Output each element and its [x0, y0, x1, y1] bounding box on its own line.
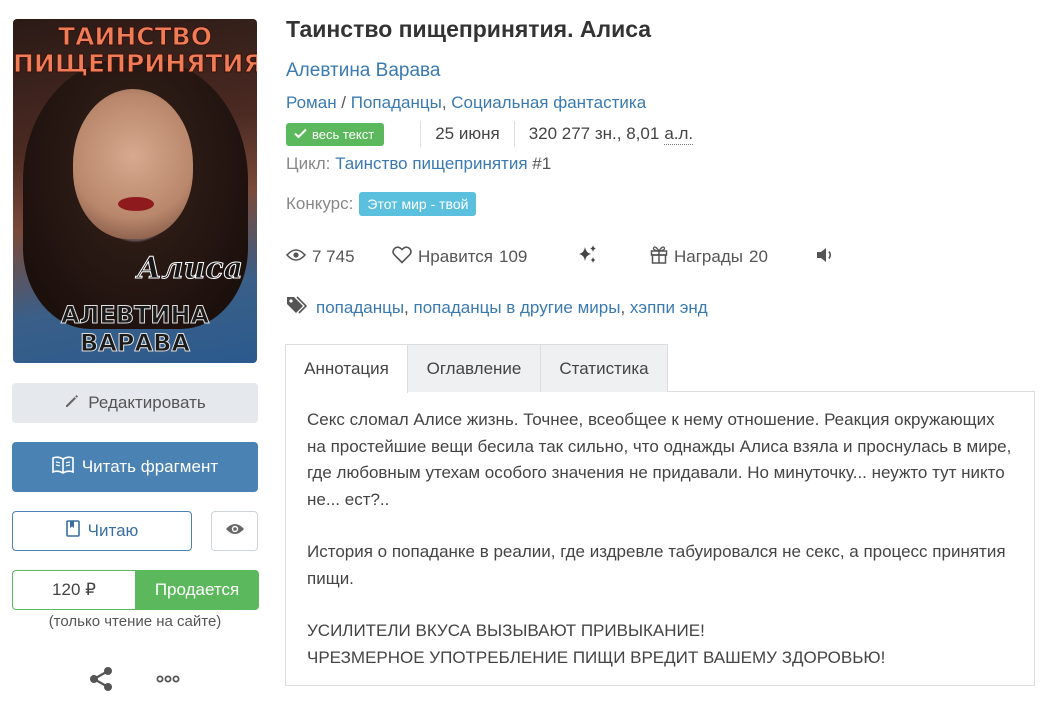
tag-separator: ,	[620, 297, 630, 317]
tag-link[interactable]: попаданцы в другие миры	[414, 298, 621, 317]
content-tabs: Аннотация Оглавление Статистика	[285, 344, 1035, 393]
reading-label: Читаю	[87, 521, 139, 540]
watch-button[interactable]	[211, 511, 258, 551]
size-unit: а.л.	[664, 123, 694, 145]
tab-contents[interactable]: Оглавление	[407, 344, 541, 392]
listen-button[interactable]	[816, 244, 834, 270]
likes-button[interactable]: Нравится 109	[392, 244, 527, 270]
reading-button[interactable]: Читаю	[12, 511, 192, 551]
genre-link[interactable]: Социальная фантастика	[451, 93, 646, 112]
sparkles-icon	[577, 244, 599, 271]
divider	[420, 121, 422, 147]
genre-separator: /	[336, 93, 351, 112]
eye-icon	[225, 521, 245, 541]
gift-icon	[650, 245, 668, 269]
views-count: 7 745	[312, 247, 355, 266]
awards-count: 20	[748, 247, 768, 266]
cycle-number: #1	[532, 154, 552, 173]
book-cover[interactable]: ТАИНСТВО ПИЩЕПРИНЯТИЯ Алиса АЛЕВТИНА ВАР…	[13, 19, 257, 363]
sparkle-button[interactable]	[577, 244, 599, 270]
views-stat: 7 745	[285, 244, 355, 270]
price-note: (только чтение на сайте)	[48, 613, 222, 630]
tab-annotation[interactable]: Аннотация	[285, 344, 408, 393]
awards-button[interactable]: Награды 20	[650, 244, 768, 270]
annotation-paragraph: Секс сломал Алисе жизнь. Точнее, всеобще…	[307, 410, 1012, 509]
eye-icon	[285, 247, 307, 267]
publish-date: 25 июня	[435, 124, 500, 143]
genre-separator: ,	[441, 93, 452, 112]
contest-label: Конкурс:	[286, 194, 354, 213]
cycle-link[interactable]: Таинство пищепринятия	[335, 154, 527, 173]
divider	[513, 121, 515, 147]
cover-subtitle: Алиса	[137, 251, 244, 287]
tag-link[interactable]: попаданцы	[316, 298, 404, 317]
tag-separator: ,	[404, 297, 414, 317]
tag-link[interactable]: хэппи энд	[630, 298, 708, 317]
bookmark-book-icon	[65, 520, 80, 542]
book-contest: Конкурс: Этот мир - твой	[286, 192, 477, 216]
buy-button[interactable]: Продается	[135, 570, 259, 610]
cover-author: АЛЕВТИНА ВАРАВА	[60, 301, 210, 358]
likes-count: 109	[499, 247, 528, 266]
annotation-panel: Секс сломал Алисе жизнь. Точнее, всеобще…	[285, 391, 1035, 686]
price-display: 120 ₽	[12, 570, 136, 610]
genre-list: Роман / Попаданцы, Социальная фантастика	[286, 93, 646, 113]
annotation-paragraph: История о попаданке в реалии, где издрев…	[307, 542, 1006, 588]
share-icon[interactable]	[87, 665, 115, 693]
likes-label: Нравится	[418, 247, 494, 266]
buy-button-label: Продается	[154, 580, 240, 599]
cover-lips	[118, 197, 154, 211]
speaker-icon	[816, 247, 834, 268]
cover-title: ТАИНСТВО ПИЩЕПРИНЯТИЯ	[13, 22, 257, 78]
book-size: 320 277 зн., 8,01	[528, 124, 660, 143]
check-icon	[294, 127, 307, 142]
annotation-paragraph: УСИЛИТЕЛИ ВКУСА ВЫЗЫВАЮТ ПРИВЫКАНИЕ!	[307, 621, 705, 640]
tab-statistics[interactable]: Статистика	[540, 344, 668, 392]
edit-button-label: Редактировать	[88, 393, 206, 412]
status-badge-label: весь текст	[312, 126, 375, 142]
more-options-icon[interactable]	[155, 665, 181, 693]
cover-face	[73, 89, 193, 239]
tag-list: попаданцы, попаданцы в другие миры, хэпп…	[286, 295, 708, 320]
pencil-icon	[64, 393, 80, 414]
edit-button[interactable]: Редактировать	[12, 383, 258, 423]
contest-badge[interactable]: Этот мир - твой	[359, 192, 477, 216]
read-fragment-label: Читать фрагмент	[81, 457, 219, 476]
book-title: Таинство пищепринятия. Алиса	[286, 16, 652, 42]
book-meta: весь текст 25 июня 320 277 зн., 8,01 а.л…	[286, 121, 694, 147]
genre-link[interactable]: Роман	[286, 93, 337, 112]
status-badge: весь текст	[286, 122, 385, 146]
open-book-icon	[52, 455, 74, 479]
awards-label: Награды	[674, 247, 743, 266]
genre-link[interactable]: Попаданцы	[351, 93, 442, 112]
author-link[interactable]: Алевтина Варава	[286, 60, 440, 82]
annotation-paragraph: ЧРЕЗМЕРНОЕ УПОТРЕБЛЕНИЕ ПИЩИ ВРЕДИТ ВАШЕ…	[307, 647, 886, 667]
tags-icon	[286, 295, 310, 320]
read-fragment-button[interactable]: Читать фрагмент	[12, 442, 258, 492]
book-cycle: Цикл: Таинство пищепринятия #1	[286, 154, 551, 174]
heart-icon	[392, 245, 412, 269]
cycle-label: Цикл:	[286, 154, 331, 173]
